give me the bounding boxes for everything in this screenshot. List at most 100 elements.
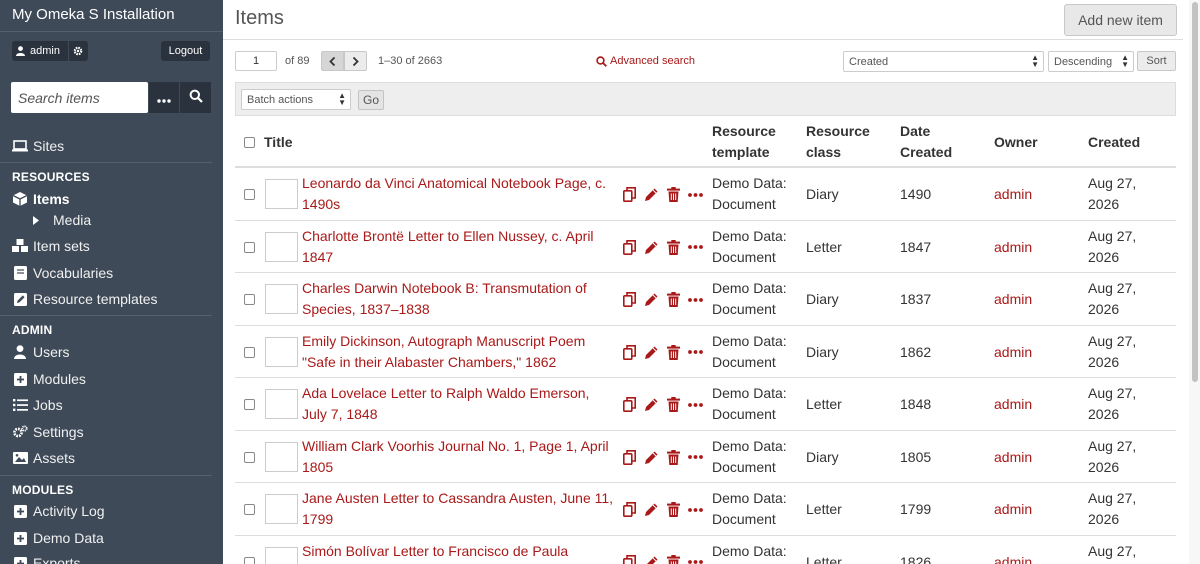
item-thumbnail[interactable] — [265, 441, 298, 472]
row-checkbox[interactable] — [244, 451, 255, 463]
item-title-link[interactable]: Leonardo da Vinci Anatomical Notebook Pa… — [302, 173, 614, 215]
trash-icon[interactable] — [665, 554, 682, 564]
owner-link[interactable]: admin — [994, 394, 1032, 415]
owner-link[interactable]: admin — [994, 237, 1032, 258]
copy-icon[interactable] — [621, 344, 638, 361]
column-resource-template[interactable]: Resource template — [712, 121, 796, 163]
trash-icon[interactable] — [665, 239, 682, 256]
owner-link[interactable]: admin — [994, 184, 1032, 205]
item-title-link[interactable]: Jane Austen Letter to Cassandra Austen, … — [302, 488, 614, 530]
search-button[interactable] — [180, 82, 211, 113]
pencil-icon[interactable] — [643, 396, 660, 413]
more-options-icon[interactable] — [687, 344, 704, 361]
owner-link[interactable]: admin — [994, 342, 1032, 363]
more-options-icon[interactable] — [687, 396, 704, 413]
owner-link[interactable]: admin — [994, 552, 1032, 564]
user-menu[interactable]: admin — [12, 41, 88, 61]
item-title-link[interactable]: Simón Bolívar Letter to Francisco de Pau… — [302, 541, 614, 562]
site-title[interactable]: My Omeka S Installation — [12, 6, 175, 23]
sidebar-item-users[interactable]: Users — [12, 342, 70, 362]
item-thumbnail[interactable] — [265, 494, 298, 524]
trash-icon[interactable] — [665, 396, 682, 413]
more-options-icon[interactable] — [687, 501, 704, 518]
owner-link[interactable]: admin — [994, 499, 1032, 520]
row-checkbox[interactable] — [244, 189, 255, 200]
pencil-icon[interactable] — [643, 186, 660, 203]
copy-icon[interactable] — [621, 291, 638, 308]
owner-link[interactable]: admin — [994, 447, 1032, 468]
scrollbar-thumb[interactable] — [1192, 2, 1198, 382]
row-checkbox[interactable] — [244, 294, 255, 305]
row-checkbox[interactable] — [244, 241, 255, 253]
column-date-created[interactable]: Date Created — [900, 121, 960, 163]
pencil-icon[interactable] — [643, 344, 660, 361]
select-all-checkbox[interactable] — [244, 137, 255, 148]
page-number-input[interactable]: 1 — [235, 51, 277, 71]
sidebar-item-item-sets[interactable]: Item sets — [12, 236, 90, 256]
column-title[interactable]: Title — [264, 132, 293, 153]
sort-by-select[interactable]: Created ▲ ▼ — [843, 51, 1044, 72]
copy-icon[interactable] — [621, 554, 638, 564]
item-thumbnail[interactable] — [265, 389, 298, 419]
add-new-item-button[interactable]: Add new item — [1064, 4, 1177, 36]
copy-icon[interactable] — [621, 501, 638, 518]
trash-icon[interactable] — [665, 186, 682, 203]
copy-icon[interactable] — [621, 239, 638, 256]
row-checkbox[interactable] — [244, 556, 255, 564]
item-thumbnail[interactable] — [265, 231, 298, 262]
item-thumbnail[interactable] — [265, 546, 298, 564]
sort-order-select[interactable]: Descending ▲ ▼ — [1048, 51, 1134, 72]
sidebar-item-items[interactable]: Items — [12, 189, 70, 209]
pencil-icon[interactable] — [643, 449, 660, 466]
sidebar-item-exports[interactable]: Exports — [12, 553, 80, 564]
item-title-link[interactable]: Charlotte Brontë Letter to Ellen Nussey,… — [302, 226, 614, 268]
item-thumbnail[interactable] — [265, 179, 298, 209]
go-button[interactable]: Go — [358, 90, 384, 110]
trash-icon[interactable] — [665, 344, 682, 361]
item-thumbnail[interactable] — [265, 284, 298, 314]
item-title-link[interactable]: William Clark Voorhis Journal No. 1, Pag… — [302, 436, 614, 478]
item-title-link[interactable]: Charles Darwin Notebook B: Transmutation… — [302, 278, 614, 320]
column-resource-class[interactable]: Resource class — [806, 121, 876, 163]
row-checkbox[interactable] — [244, 504, 255, 515]
gear-icon[interactable] — [68, 41, 86, 61]
sidebar-item-vocabularies[interactable]: Vocabularies — [12, 263, 113, 283]
next-page-button[interactable] — [344, 51, 367, 71]
sidebar-item-settings[interactable]: Settings — [12, 422, 84, 442]
sidebar-item-demo-data[interactable]: Demo Data — [12, 528, 104, 548]
sort-button[interactable]: Sort — [1137, 51, 1176, 71]
previous-page-button[interactable] — [321, 51, 344, 71]
trash-icon[interactable] — [665, 449, 682, 466]
item-title-link[interactable]: Ada Lovelace Letter to Ralph Waldo Emers… — [302, 383, 614, 425]
pencil-icon[interactable] — [643, 501, 660, 518]
more-options-icon[interactable] — [687, 449, 704, 466]
sidebar-item-assets[interactable]: Assets — [12, 448, 75, 468]
sidebar-item-jobs[interactable]: Jobs — [12, 395, 63, 415]
sidebar-item-activity-log[interactable]: Activity Log — [12, 501, 105, 521]
logout-button[interactable]: Logout — [161, 41, 210, 61]
trash-icon[interactable] — [665, 501, 682, 518]
sidebar-item-modules[interactable]: Modules — [12, 369, 86, 389]
copy-icon[interactable] — [621, 396, 638, 413]
pencil-icon[interactable] — [643, 239, 660, 256]
owner-link[interactable]: admin — [994, 289, 1032, 310]
more-options-icon[interactable] — [687, 291, 704, 308]
item-thumbnail[interactable] — [265, 336, 298, 367]
more-options-icon[interactable] — [687, 186, 704, 203]
more-options-icon[interactable] — [687, 239, 704, 256]
column-created[interactable]: Created — [1088, 132, 1140, 153]
pencil-icon[interactable] — [643, 291, 660, 308]
search-input[interactable]: Search items — [11, 82, 148, 113]
advanced-search-link[interactable]: Advanced search — [596, 55, 695, 67]
more-options-icon[interactable] — [687, 554, 704, 564]
item-title-link[interactable]: Emily Dickinson, Autograph Manuscript Po… — [302, 331, 614, 373]
user-name[interactable]: admin — [28, 45, 68, 57]
search-options-button[interactable] — [149, 82, 179, 113]
trash-icon[interactable] — [665, 291, 682, 308]
sidebar-item-media[interactable]: Media — [31, 210, 91, 230]
copy-icon[interactable] — [621, 449, 638, 466]
sidebar-item-sites[interactable]: Sites — [12, 136, 64, 156]
pencil-icon[interactable] — [643, 554, 660, 564]
row-checkbox[interactable] — [244, 399, 255, 410]
row-checkbox[interactable] — [244, 346, 255, 358]
